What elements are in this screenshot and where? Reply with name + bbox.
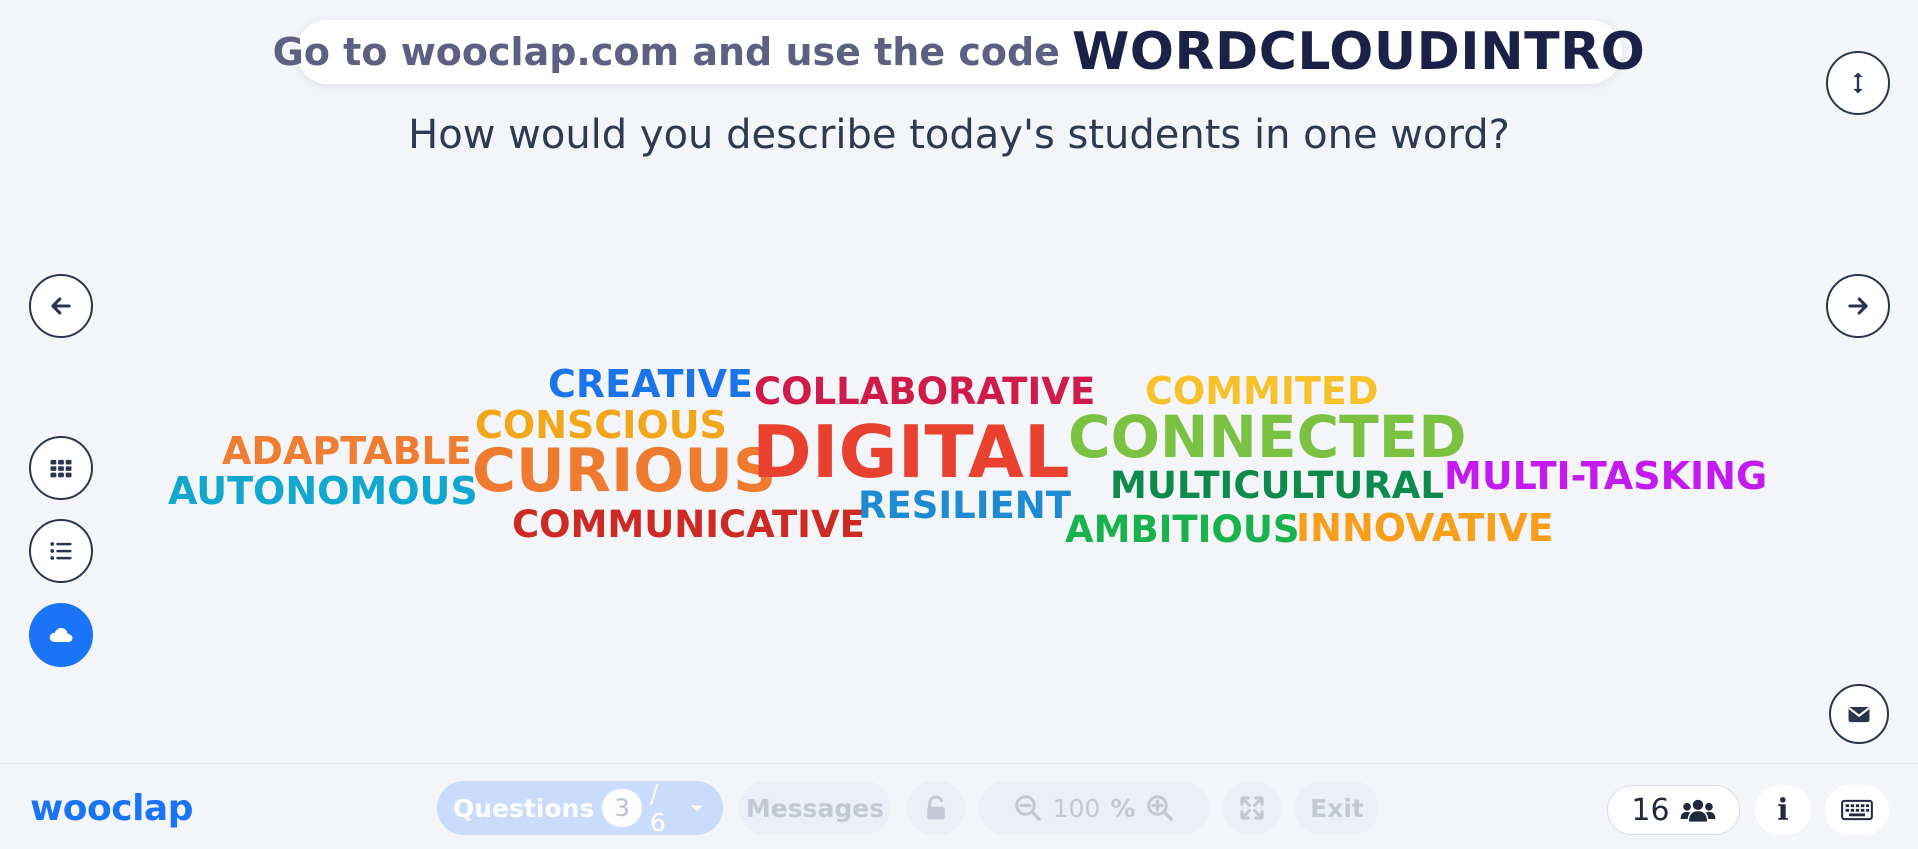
message-button[interactable] — [1829, 684, 1889, 744]
word-curious: CURIOUS — [472, 436, 777, 506]
list-view-button[interactable] — [29, 519, 93, 583]
word-ambitious: AMBITIOUS — [1065, 508, 1300, 551]
arrow-left-icon — [51, 297, 71, 315]
word-resilient: RESILIENT — [858, 484, 1072, 527]
question-total: / 6 — [649, 779, 666, 837]
questions-button[interactable]: Questions 3 / 6 — [437, 779, 723, 837]
question-current-number: 3 — [602, 789, 642, 827]
word-multicultural: MULTICULTURAL — [1110, 464, 1444, 507]
list-icon — [50, 542, 72, 560]
word-cloud-view-button[interactable] — [29, 603, 93, 667]
exit-button[interactable]: Exit — [1295, 781, 1379, 835]
lock-icon — [927, 795, 945, 820]
word-innovative: INNOVATIVE — [1296, 506, 1554, 550]
previous-button[interactable] — [29, 274, 93, 338]
lock-button[interactable] — [907, 781, 965, 835]
grid-view-button[interactable] — [29, 436, 93, 500]
mail-icon — [1848, 707, 1870, 723]
zoom-out-icon[interactable] — [1013, 793, 1043, 823]
word-adaptable: ADAPTABLE — [222, 429, 472, 473]
grid-icon — [50, 459, 72, 478]
keyboard-shortcuts-button[interactable] — [1825, 785, 1889, 835]
fullscreen-icon — [1240, 796, 1264, 820]
info-button[interactable]: i — [1755, 785, 1811, 835]
users-icon — [1680, 799, 1715, 822]
fullscreen-button[interactable] — [1223, 781, 1281, 835]
zoom-control: 100 % — [979, 781, 1209, 835]
wooclap-logo[interactable]: wooclap — [30, 788, 193, 829]
word-connected: CONNECTED — [1068, 403, 1467, 471]
messages-button[interactable]: Messages — [739, 781, 891, 835]
arrow-right-icon — [1848, 297, 1868, 315]
zoom-in-icon[interactable] — [1145, 793, 1175, 823]
word-autonomous: AUTONOMOUS — [168, 469, 478, 513]
next-button[interactable] — [1826, 274, 1890, 338]
exit-label: Exit — [1310, 793, 1364, 823]
join-banner: Go to wooclap.com and use the code WORDC… — [273, 20, 1645, 84]
participants-counter[interactable]: 16 — [1607, 785, 1740, 835]
word-communicative: COMMUNICATIVE — [512, 503, 865, 546]
keyboard-icon — [1841, 799, 1873, 821]
info-icon: i — [1777, 792, 1789, 828]
join-go-to: Go to — [272, 30, 388, 74]
chevron-down-icon — [691, 805, 703, 812]
word-multi-tasking: MULTI-TASKING — [1444, 454, 1768, 498]
join-url: wooclap.com — [400, 30, 680, 74]
question-title: How would you describe today's students … — [408, 112, 1510, 158]
messages-label: Messages — [745, 793, 885, 823]
expand-button[interactable] — [1826, 51, 1890, 115]
word-collaborative: COLLABORATIVE — [754, 370, 1096, 413]
join-use-code: and use the code — [692, 30, 1060, 74]
cloud-icon — [49, 627, 73, 642]
bottom-toolbar: wooclap Questions 3 / 6 Messages 100 % E… — [0, 763, 1918, 849]
zoom-value: 100 — [1052, 793, 1101, 823]
word-digital: DIGITAL — [752, 410, 1070, 494]
join-code: WORDCLOUDINTRO — [1071, 22, 1646, 82]
word-creative: CREATIVE — [548, 362, 753, 406]
participants-count: 16 — [1631, 792, 1670, 828]
expand-vertical-icon — [1853, 72, 1863, 94]
zoom-unit: % — [1110, 793, 1136, 823]
questions-label: Questions — [453, 793, 595, 823]
join-instruction: Go to wooclap.com and use the code — [273, 30, 1060, 74]
